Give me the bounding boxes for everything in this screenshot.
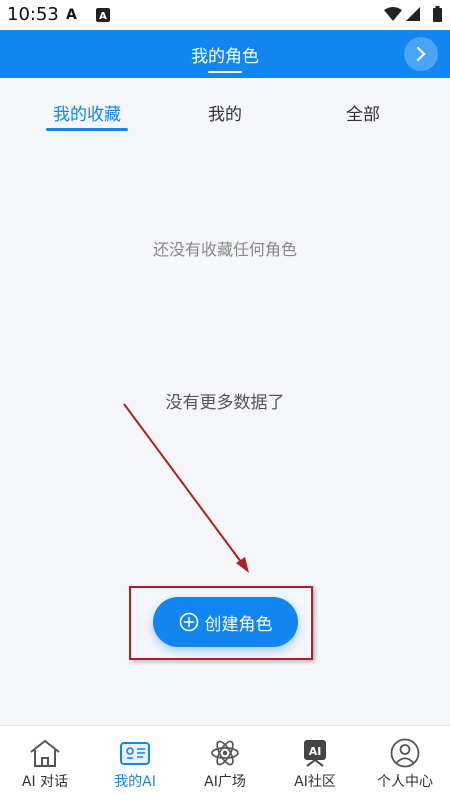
nav-label: AI社区 [294,774,336,790]
nav-label: AI 对话 [21,774,69,790]
atom-icon [211,740,239,766]
annotation-arrow [123,403,249,573]
user-icon [390,738,420,768]
annotation-highlight-box [129,586,313,660]
home-icon [30,740,60,767]
bottom-navigation: AI 对话 我的AI AI广场 AI AI社区 个人中心 [0,725,450,802]
nav-profile[interactable]: 个人中心 [360,726,450,802]
nav-ai-community[interactable]: AI AI社区 [270,726,360,802]
nav-my-ai[interactable]: 我的AI [90,726,180,802]
nav-ai-chat[interactable]: AI 对话 [0,726,90,802]
nav-label: AI广场 [204,774,246,790]
nav-ai-plaza[interactable]: AI广场 [180,726,270,802]
robot-card-icon [120,742,150,765]
svg-text:AI: AI [309,745,322,758]
ai-badge-icon: AI [304,740,326,767]
nav-label: 我的AI [114,774,156,790]
nav-label: 个人中心 [377,774,433,790]
